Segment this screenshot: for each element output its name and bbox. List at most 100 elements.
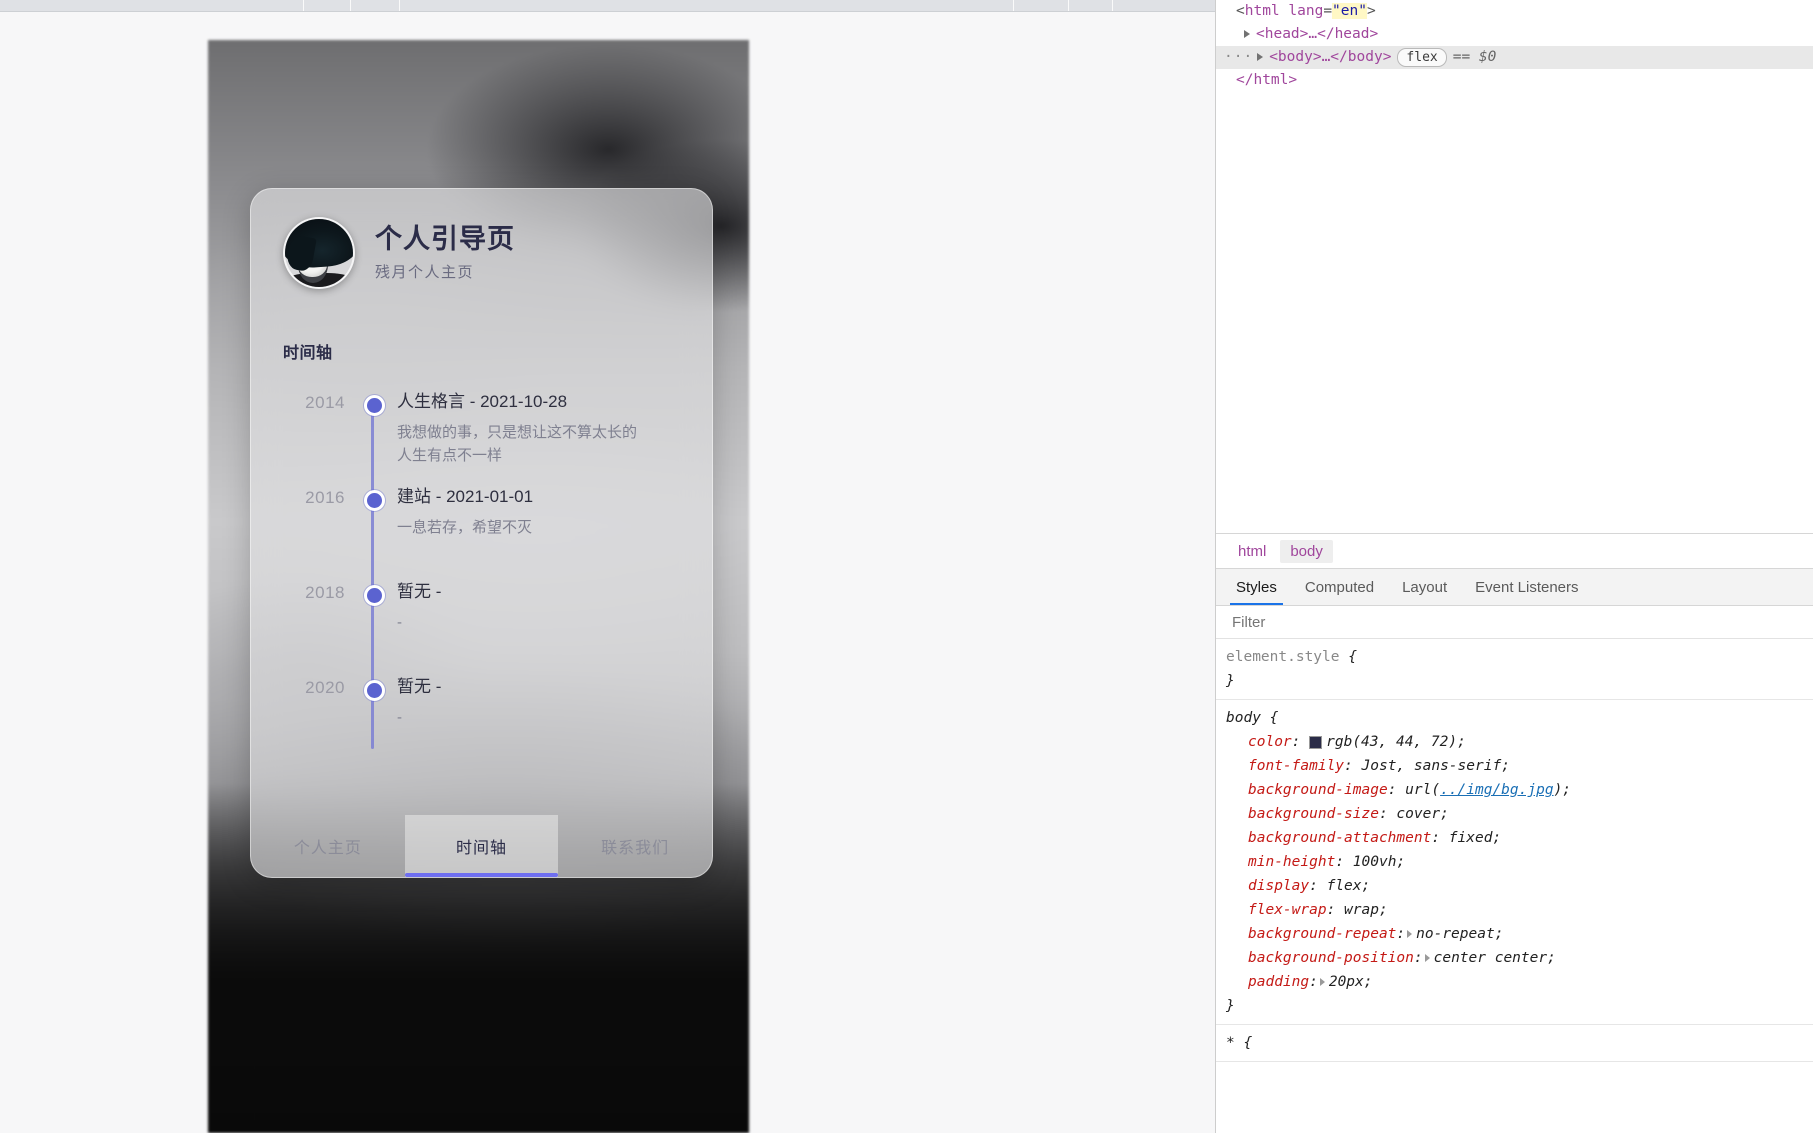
timeline-dot-cell [345, 486, 397, 581]
timeline-item-year: 2016 [305, 488, 345, 507]
css-value: center center [1433, 950, 1548, 966]
css-declaration-color[interactable]: color: rgb(43, 44, 72); [1226, 730, 1813, 754]
timeline-item[interactable]: 2014 人生格言 - 2021-10-28 我想做的事，只是想让这不算太长的 … [283, 391, 680, 486]
tab-contact-us[interactable]: 联系我们 [558, 815, 712, 877]
css-selector: element.style [1226, 649, 1340, 665]
dom-attr-lang: lang [1288, 3, 1324, 19]
css-declaration-background-repeat[interactable]: background-repeat: no-repeat; [1226, 922, 1813, 946]
breadcrumb-item-html[interactable]: html [1228, 540, 1276, 563]
timeline-item[interactable]: 2016 建站 - 2021-01-01 一息若存，希望不灭 [283, 486, 680, 581]
timeline-item-title: 暂无 - [397, 677, 442, 696]
css-declaration-background-size[interactable]: background-size: cover; [1226, 802, 1813, 826]
dom-line-head[interactable]: <head>…</head> [1216, 23, 1813, 46]
timeline-item-year: 2020 [305, 678, 345, 697]
css-property: background-position [1248, 950, 1414, 966]
timeline-item-desc: - [397, 709, 402, 727]
css-value: rgb(43, 44, 72) [1326, 734, 1458, 750]
css-property: flex-wrap [1248, 902, 1327, 918]
css-property: display [1248, 878, 1310, 894]
dom-line-html-open[interactable]: <html lang="en"> [1216, 0, 1813, 23]
css-value: flex [1326, 878, 1362, 894]
css-property: background-repeat [1248, 926, 1397, 942]
timeline-item-body: 建站 - 2021-01-01 一息若存，希望不灭 [397, 486, 680, 581]
css-declaration-font-family[interactable]: font-family: Jost, sans-serif; [1226, 754, 1813, 778]
breadcrumb: html body [1216, 533, 1813, 568]
css-value-url-prefix: url( [1405, 782, 1441, 798]
flex-badge[interactable]: flex [1397, 47, 1447, 67]
css-rule-close-brace: } [1226, 673, 1235, 689]
dom-line-body[interactable]: ··· <body>…</body> flex == $0 [1216, 46, 1813, 69]
timeline-dot-icon [364, 680, 385, 701]
tab-timeline[interactable]: 时间轴 [404, 815, 559, 877]
css-selector-line: body { [1226, 710, 1279, 726]
styles-filter-input[interactable] [1230, 612, 1759, 632]
css-value: cover [1396, 806, 1441, 822]
css-value-image-link[interactable]: ../img/bg.jpg [1440, 782, 1554, 798]
browser-viewport: 个人引导页 残月个人主页 时间轴 2014 人生格言 - 2021-10-28 [0, 0, 1215, 1133]
timeline-item-title: 人生格言 - 2021-10-28 [397, 392, 568, 411]
expand-shorthand-icon[interactable] [1424, 954, 1430, 962]
profile-text: 个人引导页 残月个人主页 [375, 224, 515, 281]
css-rule-body[interactable]: body { color: rgb(43, 44, 72); font-fami… [1216, 700, 1813, 1025]
css-selector: * [1226, 1035, 1235, 1051]
timeline-item-body: 暂无 - - [397, 581, 680, 676]
css-value-url-suffix: ); [1553, 782, 1572, 798]
tab-computed[interactable]: Computed [1291, 569, 1388, 605]
expand-triangle-icon[interactable] [1257, 53, 1264, 61]
expand-triangle-icon[interactable] [1244, 30, 1250, 38]
timeline-item[interactable]: 2018 暂无 - - [283, 581, 680, 676]
ruler-tick [1013, 0, 1014, 11]
expand-shorthand-icon[interactable] [1407, 930, 1413, 938]
css-rule-element-style[interactable]: element.style { } [1216, 639, 1813, 700]
css-property: color [1248, 734, 1292, 750]
timeline-dot-cell [345, 581, 397, 676]
expand-shorthand-icon[interactable] [1319, 978, 1325, 986]
timeline-dot-icon [364, 395, 385, 416]
dom-line-html-close[interactable]: </html> [1216, 69, 1813, 92]
more-options-icon[interactable]: ··· [1224, 49, 1253, 65]
ruler-tick [1112, 0, 1113, 11]
timeline-item-year: 2018 [305, 583, 345, 602]
tab-layout[interactable]: Layout [1388, 569, 1461, 605]
color-swatch-icon[interactable] [1309, 735, 1323, 749]
css-value: no-repeat [1416, 926, 1495, 942]
css-declaration-flex-wrap[interactable]: flex-wrap: wrap; [1226, 898, 1813, 922]
css-declaration-background-image[interactable]: background-image: url(../img/bg.jpg); [1226, 778, 1813, 802]
timeline-heading: 时间轴 [283, 345, 333, 362]
css-value: 20px [1328, 974, 1364, 990]
timeline-item[interactable]: 2020 暂无 - - [283, 676, 680, 771]
css-selector-line: * { [1226, 1035, 1253, 1051]
css-value: wrap [1344, 902, 1379, 918]
breadcrumb-item-body[interactable]: body [1280, 539, 1333, 563]
tab-event-listeners[interactable]: Event Listeners [1461, 569, 1592, 605]
tab-personal-home[interactable]: 个人主页 [251, 815, 405, 877]
ruler-tick [1068, 0, 1069, 11]
css-declaration-padding[interactable]: padding: 20px; [1226, 970, 1813, 994]
timeline-item-title: 暂无 - [397, 582, 442, 601]
css-declaration-background-position[interactable]: background-position: center center; [1226, 946, 1813, 970]
css-property: background-size [1248, 806, 1379, 822]
css-rule-close-brace: } [1226, 998, 1235, 1014]
css-property: padding [1248, 974, 1310, 990]
page-title: 个人引导页 [375, 224, 515, 255]
timeline-item-year: 2014 [305, 393, 345, 412]
dom-html-close-text: </html> [1236, 72, 1298, 88]
page-subtitle: 残月个人主页 [375, 263, 475, 281]
timeline-dot-icon [364, 490, 385, 511]
timeline-item-desc: 我想做的事，只是想让这不算太长的 人生有点不一样 [397, 424, 638, 465]
device-ruler[interactable] [0, 0, 1215, 12]
css-property: background-image [1248, 782, 1388, 798]
css-rule-universal[interactable]: * { [1216, 1025, 1813, 1062]
timeline-dot-cell [345, 676, 397, 771]
css-declaration-display[interactable]: display: flex; [1226, 874, 1813, 898]
css-value: 100vh [1352, 854, 1397, 870]
screen: 个人引导页 残月个人主页 时间轴 2014 人生格言 - 2021-10-28 [0, 0, 1813, 1133]
dom-tree[interactable]: <html lang="en"> <head>…</head> ··· <body… [1216, 0, 1813, 92]
ruler-tick [303, 0, 304, 11]
tab-styles[interactable]: Styles [1222, 569, 1291, 605]
css-selector: body [1226, 710, 1261, 726]
css-declaration-background-attachment[interactable]: background-attachment: fixed; [1226, 826, 1813, 850]
profile-card: 个人引导页 残月个人主页 时间轴 2014 人生格言 - 2021-10-28 [250, 188, 713, 878]
dom-tree-empty-space [1216, 92, 1813, 533]
css-declaration-min-height[interactable]: min-height: 100vh; [1226, 850, 1813, 874]
